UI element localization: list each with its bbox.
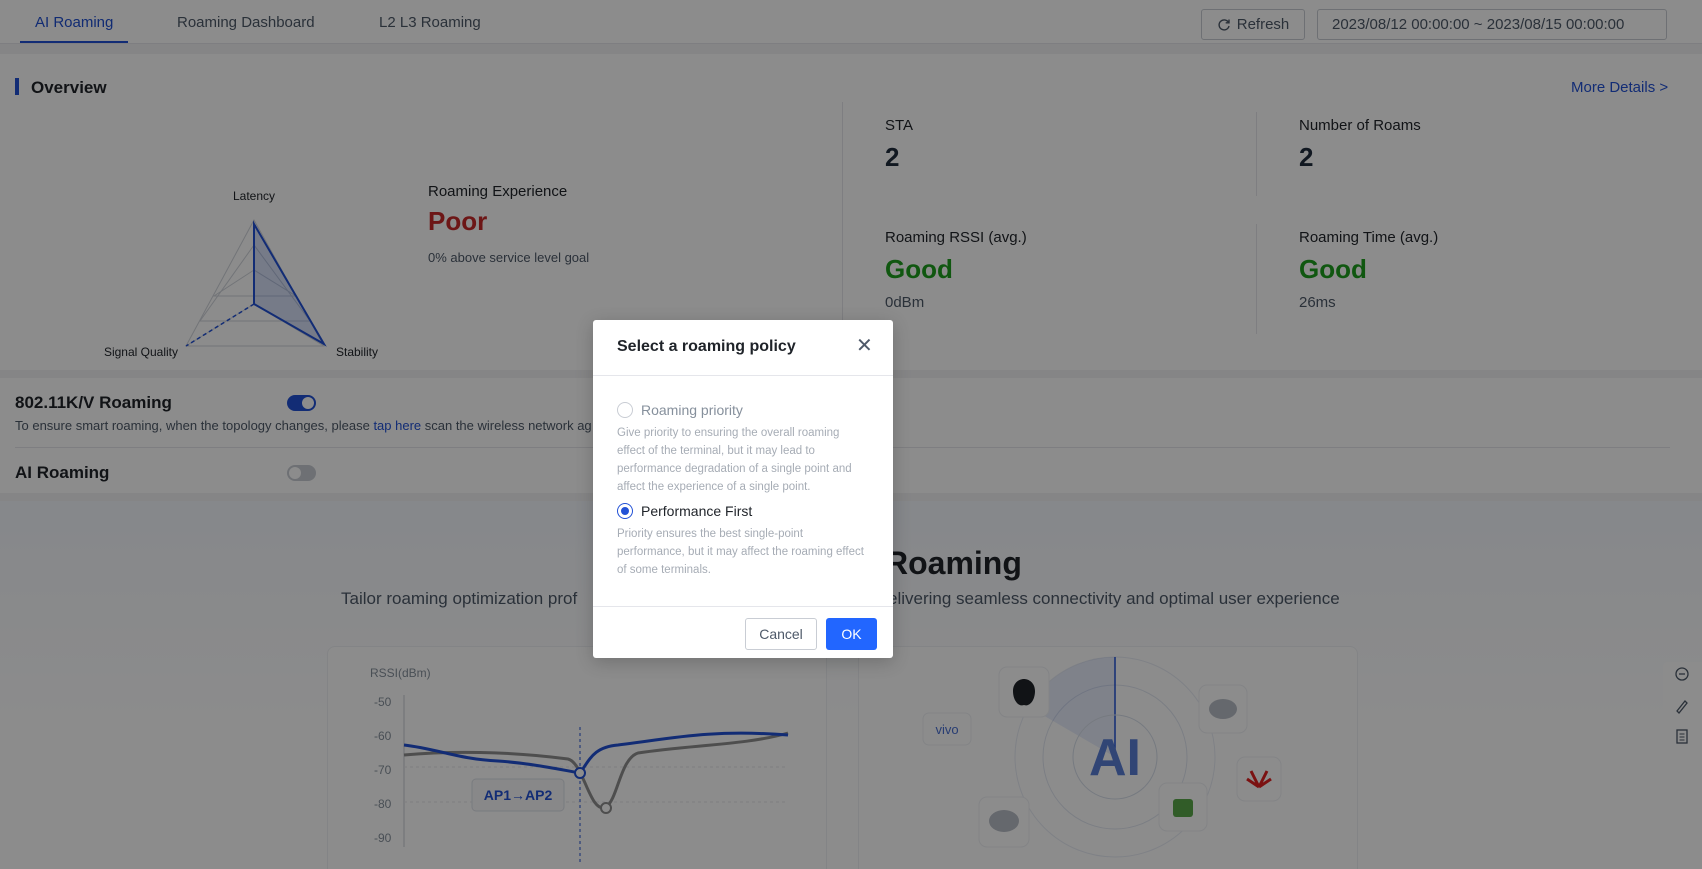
performance-first-label[interactable]: Performance First	[641, 503, 752, 519]
roaming-priority-label[interactable]: Roaming priority	[641, 402, 743, 418]
roaming-policy-dialog: Select a roaming policy ✕ Roaming priori…	[593, 320, 893, 658]
close-icon[interactable]: ✕	[856, 336, 873, 356]
roaming-priority-description: Give priority to ensuring the overall ro…	[617, 427, 852, 493]
performance-first-radio[interactable]	[617, 503, 633, 519]
roaming-priority-radio[interactable]	[617, 402, 633, 418]
dialog-header-divider	[593, 375, 893, 376]
ok-button[interactable]: OK	[826, 618, 877, 650]
dialog-title: Select a roaming policy	[617, 338, 796, 355]
performance-first-description: Priority ensures the best single-point p…	[617, 528, 864, 576]
cancel-button[interactable]: Cancel	[745, 618, 817, 650]
dialog-footer-divider	[593, 606, 893, 607]
